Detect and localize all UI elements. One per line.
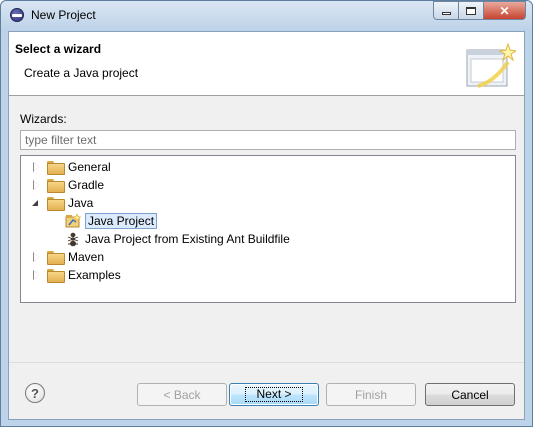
- next-button[interactable]: Next >: [229, 383, 319, 406]
- tree-item-java-project-ant[interactable]: Java Project from Existing Ant Buildfile: [65, 230, 290, 248]
- tree-item-label: Gradle: [68, 178, 105, 192]
- expand-arrow-icon[interactable]: [31, 270, 41, 280]
- maximize-icon: [466, 6, 476, 15]
- tree-item-label: General: [68, 160, 111, 174]
- tree-item-gradle[interactable]: Gradle: [31, 176, 104, 194]
- ant-icon: [67, 232, 79, 247]
- folder-icon: [47, 269, 65, 283]
- tree-item-label: Java Project from Existing Ant Buildfile: [85, 232, 290, 246]
- folder-icon: [47, 161, 65, 175]
- footer-separator: [9, 362, 524, 363]
- banner-description: Create a Java project: [24, 66, 139, 80]
- tree-item-java-project[interactable]: Java Project: [65, 212, 158, 230]
- folder-icon: [47, 179, 65, 193]
- help-button[interactable]: ?: [25, 383, 45, 403]
- dialog-client: Select a wizard Create a Java project Wi…: [8, 31, 525, 420]
- window-title: New Project: [31, 8, 96, 22]
- maximize-button[interactable]: [458, 1, 484, 20]
- tree-item-label: Examples: [68, 268, 121, 282]
- wizard-banner: Select a wizard Create a Java project: [9, 32, 524, 96]
- cancel-button-label: Cancel: [451, 387, 489, 402]
- folder-icon: [47, 197, 65, 211]
- back-button[interactable]: < Back: [137, 383, 227, 406]
- java-project-icon: [65, 213, 81, 228]
- cancel-button[interactable]: Cancel: [425, 383, 515, 406]
- close-button[interactable]: ✕: [483, 1, 526, 20]
- expand-arrow-icon[interactable]: [31, 180, 41, 190]
- next-button-label: Next >: [245, 387, 303, 402]
- eclipse-icon: [10, 8, 24, 22]
- tree-item-general[interactable]: General: [31, 158, 111, 176]
- window-controls: ✕: [433, 1, 526, 21]
- title-bar[interactable]: New Project ✕: [1, 1, 532, 30]
- finish-button[interactable]: Finish: [326, 383, 416, 406]
- back-button-label: < Back: [163, 387, 201, 402]
- expand-arrow-icon[interactable]: [31, 162, 41, 172]
- minimize-icon: [441, 12, 451, 15]
- wizard-tree[interactable]: General Gradle Java Java Project Java Pr…: [20, 155, 516, 303]
- collapse-arrow-icon[interactable]: [31, 198, 41, 208]
- wizards-label: Wizards:: [20, 112, 67, 126]
- filter-input[interactable]: [20, 130, 516, 150]
- help-icon: ?: [31, 385, 39, 401]
- wizard-banner-icon: [466, 42, 516, 88]
- tree-item-label: Java Project: [85, 213, 158, 229]
- tree-item-label: Java: [68, 196, 94, 210]
- tree-item-label: Maven: [68, 250, 105, 264]
- finish-button-label: Finish: [354, 387, 387, 402]
- tree-item-java[interactable]: Java: [31, 194, 93, 212]
- expand-arrow-icon[interactable]: [31, 252, 41, 262]
- tree-item-maven[interactable]: Maven: [31, 248, 104, 266]
- folder-icon: [47, 251, 65, 265]
- dialog-window: New Project ✕ Select a wizard Create a J…: [0, 0, 533, 427]
- minimize-button[interactable]: [433, 1, 459, 20]
- tree-item-examples[interactable]: Examples: [31, 266, 121, 284]
- close-icon: ✕: [499, 3, 510, 18]
- banner-title: Select a wizard: [15, 42, 102, 56]
